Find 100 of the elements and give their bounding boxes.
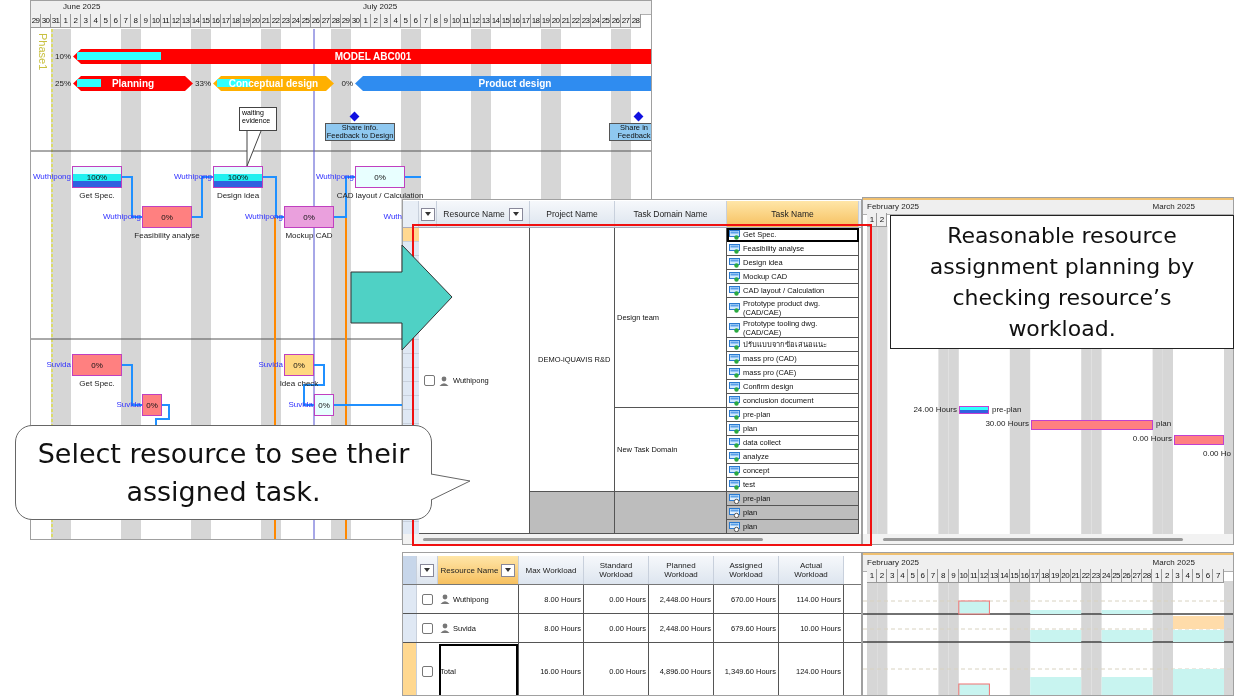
day-label: 28: [331, 14, 341, 27]
column-label: Planned Workload: [663, 561, 699, 579]
day-label: 18: [531, 14, 541, 27]
day-label: 23: [281, 14, 291, 27]
task-box[interactable]: 100%: [213, 166, 263, 188]
resource-label: Wuth: [383, 212, 402, 221]
task-icon: [729, 302, 740, 313]
checkbox[interactable]: [423, 375, 435, 386]
progress-text: 33%: [195, 79, 211, 88]
day-label: 4: [1182, 569, 1193, 582]
day-label: 8: [431, 14, 441, 27]
column-label: Resource Name: [440, 565, 499, 575]
column-header[interactable]: Task Name: [727, 201, 859, 227]
column-header[interactable]: Resource Name: [438, 556, 519, 584]
column-header[interactable]: Actual Workload: [779, 556, 844, 584]
task-label: plan: [1156, 419, 1172, 428]
day-label: 20: [251, 14, 261, 27]
task-icon: [729, 409, 740, 420]
task-box[interactable]: 0%: [355, 166, 405, 188]
column-label: Max Workload: [525, 565, 577, 575]
day-label: 14: [999, 569, 1010, 582]
scrollbar[interactable]: [423, 537, 763, 541]
task-box[interactable]: 100%: [72, 166, 122, 188]
day-label: 17: [521, 14, 531, 27]
task-icon: [729, 285, 740, 296]
task-box[interactable]: 0%: [142, 206, 192, 228]
day-label: 27: [621, 14, 631, 27]
day-label: 21: [561, 14, 571, 27]
task-box[interactable]: 0%: [284, 354, 314, 376]
phase-name: Planning: [111, 78, 155, 89]
day-label: 3: [381, 14, 391, 27]
phase-bar[interactable]: Planning: [73, 76, 193, 91]
task-box[interactable]: 0%: [72, 354, 122, 376]
task-box[interactable]: 0%: [142, 394, 162, 416]
task-icon: [729, 322, 740, 333]
day-label: 30: [351, 14, 361, 27]
day-label: 7: [121, 14, 131, 27]
column-label: Task Name: [771, 209, 814, 219]
filter-button[interactable]: [420, 563, 434, 577]
task-box[interactable]: 0%: [284, 206, 334, 228]
progress-text: 0%: [293, 360, 305, 370]
checkbox[interactable]: [422, 622, 433, 634]
day-label: 1: [61, 14, 71, 27]
callout-bubble: Select resource to see their assigned task.: [15, 425, 432, 520]
day-label: 1: [1152, 569, 1163, 582]
progress-text: 100%: [227, 172, 249, 182]
column-header[interactable]: Resource Name: [437, 201, 530, 227]
column-label: Resource Name: [443, 209, 505, 219]
progress-text: 100%: [86, 172, 108, 182]
column-header[interactable]: Assigned Workload: [714, 556, 779, 584]
day-label: 24: [1101, 569, 1112, 582]
hours-label: 24.00 Hours: [913, 405, 957, 414]
day-label: 6: [111, 14, 121, 27]
progress-text: 0%: [91, 360, 103, 370]
day-label: 12: [171, 14, 181, 27]
day-label: 16: [211, 14, 221, 27]
day-label: 24: [291, 14, 301, 27]
checkbox[interactable]: [422, 593, 433, 605]
day-label: 7: [1213, 569, 1224, 582]
checkbox[interactable]: [422, 665, 433, 677]
column-header[interactable]: Standard Workload: [584, 556, 649, 584]
task-bar[interactable]: [959, 406, 989, 414]
column-header[interactable]: Task Domain Name: [615, 201, 727, 227]
phase-name: Product design: [478, 78, 552, 89]
day-label: 3: [81, 14, 91, 27]
task-label: Design idea: [216, 191, 260, 200]
task-icon: [729, 507, 740, 518]
column-header[interactable]: Max Workload: [519, 556, 584, 584]
phase-bar[interactable]: MODEL ABC001: [73, 49, 651, 64]
task-icon: [729, 243, 740, 254]
filter-button[interactable]: [508, 207, 523, 221]
day-label: 22: [1080, 569, 1092, 582]
column-header[interactable]: Project Name: [530, 201, 615, 227]
filter-button[interactable]: [420, 207, 435, 221]
progress-text: 25%: [55, 79, 71, 88]
task-icon: [729, 395, 740, 406]
day-label: 11: [968, 569, 980, 582]
day-label: 26: [611, 14, 621, 27]
day-label: 6: [411, 14, 421, 27]
task-box[interactable]: 0%: [314, 394, 334, 416]
task-label: Get Spec.: [79, 379, 115, 388]
hours-label: 30.00 Hours: [985, 419, 1029, 428]
day-label: 1: [361, 14, 371, 27]
day-label: 23: [581, 14, 591, 27]
scrollbar[interactable]: [883, 537, 1183, 541]
task-icon: [729, 257, 740, 268]
task-label: Feasibility analyse: [134, 231, 200, 240]
day-label: 26: [1121, 569, 1132, 582]
day-label: 25: [601, 14, 611, 27]
day-label: 15: [201, 14, 211, 27]
day-label: 16: [511, 14, 521, 27]
column-header[interactable]: Planned Workload: [649, 556, 714, 584]
filter-button[interactable]: [501, 563, 516, 577]
task-icon: [729, 451, 740, 462]
day-label: 20: [551, 14, 561, 27]
day-label: 19: [1050, 569, 1061, 582]
day-label: 2: [71, 14, 81, 27]
day-label: 14: [491, 14, 501, 27]
task-icon: [729, 229, 740, 240]
task-icon: [729, 271, 740, 282]
